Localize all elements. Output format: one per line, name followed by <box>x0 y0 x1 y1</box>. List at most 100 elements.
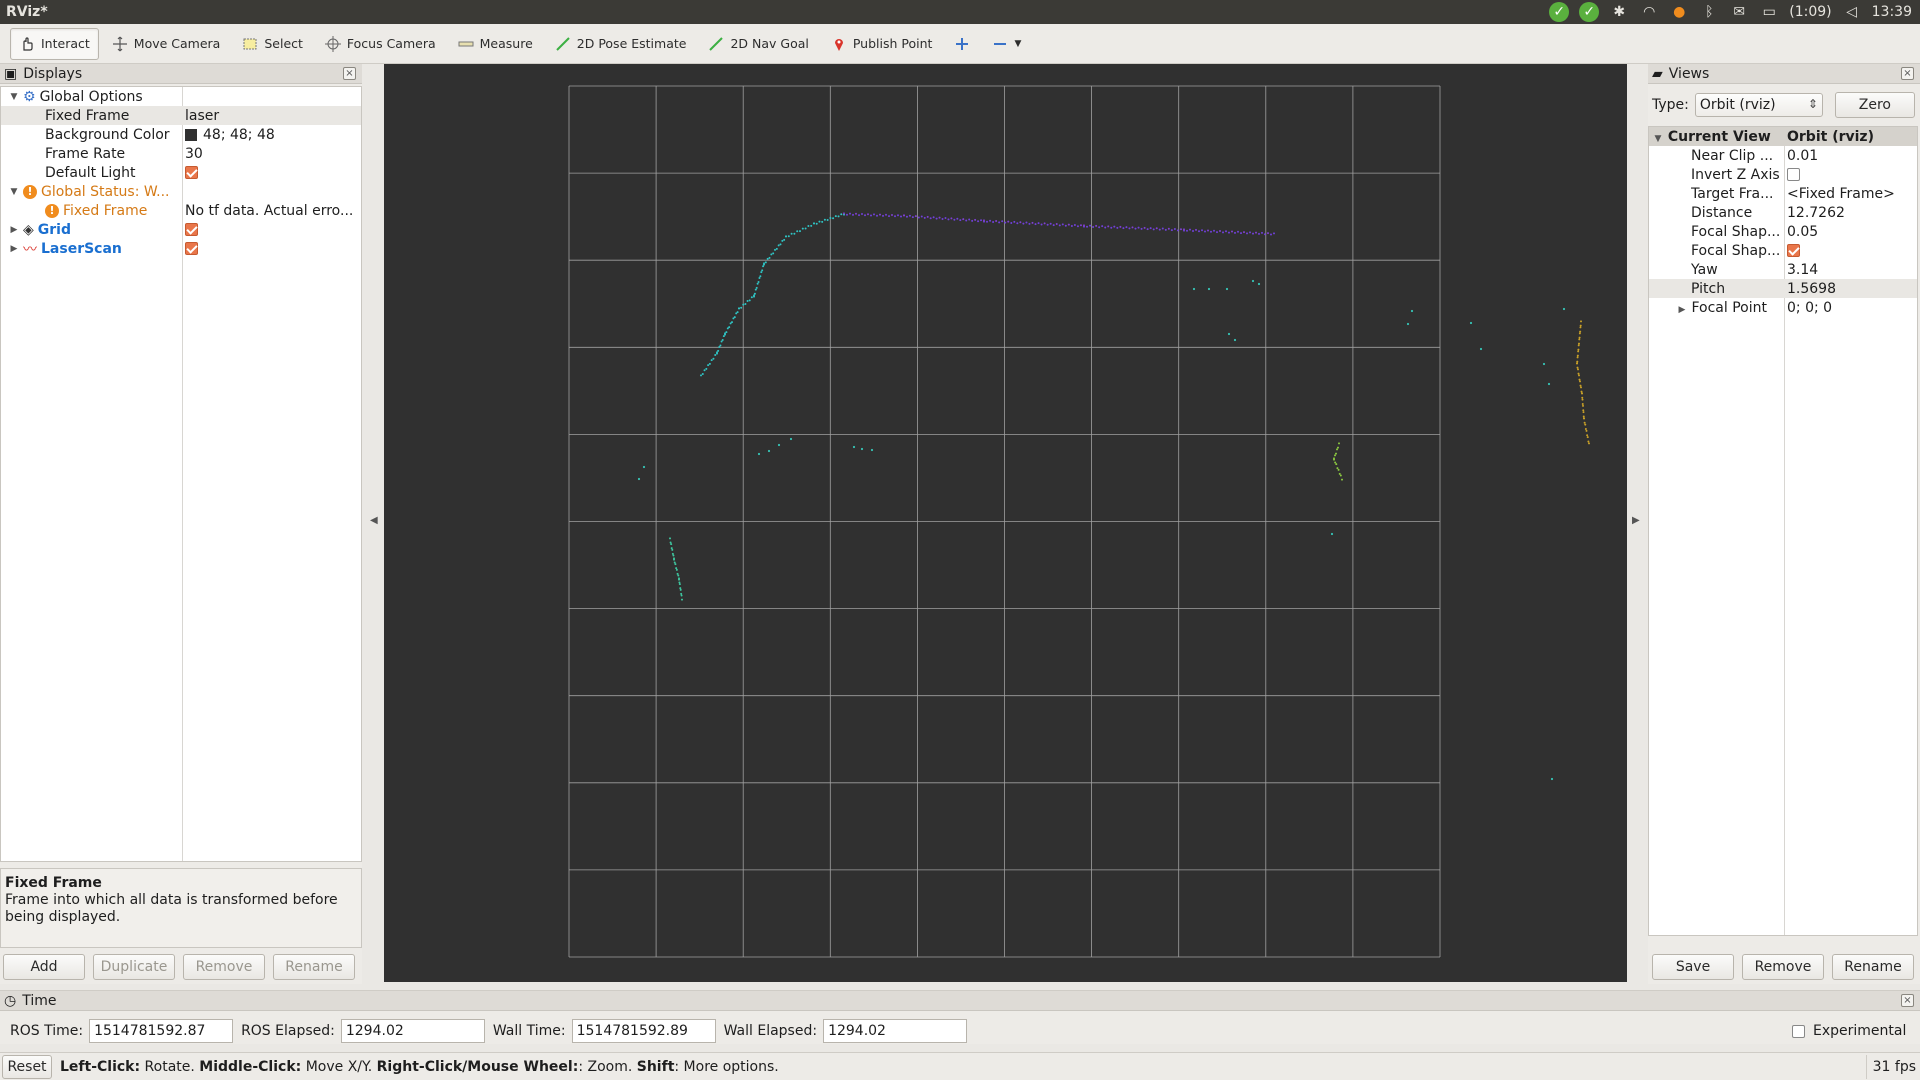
close-icon[interactable]: × <box>1901 994 1914 1007</box>
target-frame-value[interactable]: <Fixed Frame> <box>1787 186 1915 202</box>
wifi-icon[interactable]: ◠ <box>1639 2 1659 22</box>
publish-point-tool-button[interactable]: Publish Point <box>822 28 942 60</box>
experimental-toggle[interactable]: Experimental <box>1792 1023 1906 1039</box>
color-swatch[interactable] <box>185 128 197 141</box>
battery-time[interactable]: (1:09) <box>1789 4 1831 20</box>
bluetooth-icon[interactable]: ᛒ <box>1699 2 1719 22</box>
rename-button[interactable]: Rename <box>273 954 355 980</box>
focal-shape-fixed-row[interactable]: Focal Shap... <box>1649 241 1917 260</box>
clock[interactable]: 13:39 <box>1872 4 1912 20</box>
yaw-row[interactable]: Yaw 3.14 <box>1649 260 1917 279</box>
close-icon[interactable]: × <box>1901 67 1914 80</box>
current-view-row[interactable]: ▼ Current View Orbit (rviz) <box>1649 127 1917 146</box>
ros-time-field[interactable]: 1514781592.87 <box>89 1019 234 1043</box>
grid-enabled-checkbox[interactable] <box>185 223 198 236</box>
scan-point <box>941 218 944 221</box>
tree-row-global-options[interactable]: ▼ ⚙ Global Options <box>1 87 361 106</box>
pitch-row[interactable]: Pitch 1.5698 <box>1649 279 1917 298</box>
pose-estimate-tool-button[interactable]: 2D Pose Estimate <box>546 28 696 60</box>
focal-shape-fixed-checkbox[interactable] <box>1787 244 1800 257</box>
wall-elapsed-field[interactable]: 1294.02 <box>823 1019 968 1043</box>
chevron-down-icon[interactable]: ▼ <box>9 187 19 197</box>
chevron-right-icon[interactable]: ▶ <box>9 225 19 235</box>
mail-icon[interactable]: ✉ <box>1729 2 1749 22</box>
tree-row-grid[interactable]: ▶ ◈ Grid <box>1 220 361 239</box>
background-color-value[interactable]: 48; 48; 48 <box>203 127 275 143</box>
focal-shape-size-value[interactable]: 0.05 <box>1787 224 1915 240</box>
scan-point <box>1579 330 1582 333</box>
add-tool-button[interactable] <box>945 28 979 60</box>
scan-point <box>1040 223 1043 226</box>
laserscan-enabled-checkbox[interactable] <box>185 242 198 255</box>
ros-elapsed-field[interactable]: 1294.02 <box>340 1019 485 1043</box>
scan-point <box>1582 409 1585 412</box>
near-clip-row[interactable]: Near Clip ... 0.01 <box>1649 146 1917 165</box>
scan-point <box>1189 228 1191 231</box>
invert-z-row[interactable]: Invert Z Axis <box>1649 165 1917 184</box>
settings-icon[interactable]: ✱ <box>1609 2 1629 22</box>
focus-camera-tool-button[interactable]: Focus Camera <box>316 28 445 60</box>
scan-point <box>983 219 985 222</box>
scan-point <box>962 218 965 221</box>
near-clip-value[interactable]: 0.01 <box>1787 148 1915 164</box>
tree-row-fixed-frame-status[interactable]: ! Fixed Frame No tf data. Actual erro... <box>1 201 361 220</box>
scan-point <box>710 359 713 362</box>
distance-value[interactable]: 12.7262 <box>1787 205 1915 221</box>
nav-goal-tool-button[interactable]: 2D Nav Goal <box>699 28 817 60</box>
remove-view-button[interactable]: Remove <box>1742 954 1824 980</box>
duplicate-button[interactable]: Duplicate <box>93 954 175 980</box>
render-viewport[interactable] <box>384 64 1627 982</box>
scan-point <box>767 449 771 453</box>
battery-icon[interactable]: ▭ <box>1759 2 1779 22</box>
target-frame-row[interactable]: Target Fra... <Fixed Frame> <box>1649 184 1917 203</box>
focal-shape-size-row[interactable]: Focal Shap... 0.05 <box>1649 222 1917 241</box>
scan-point <box>760 271 763 274</box>
scan-point <box>1479 347 1483 351</box>
select-tool-button[interactable]: Select <box>233 28 312 60</box>
tree-row-frame-rate[interactable]: Frame Rate 30 <box>1 144 361 163</box>
hint-right-click: Right-Click/Mouse Wheel: <box>376 1058 579 1075</box>
experimental-checkbox[interactable] <box>1792 1024 1805 1038</box>
invert-z-checkbox[interactable] <box>1787 168 1800 181</box>
zero-button[interactable]: Zero <box>1834 92 1915 118</box>
ubuntu-one-icon[interactable]: ● <box>1669 2 1689 22</box>
rename-view-button[interactable]: Rename <box>1832 954 1914 980</box>
add-button[interactable]: Add <box>3 954 85 980</box>
focal-point-value[interactable]: 0; 0; 0 <box>1787 300 1915 316</box>
collapse-left-arrow-icon[interactable]: ◀ <box>370 515 378 526</box>
scan-point <box>1579 380 1581 383</box>
scan-point <box>855 212 857 215</box>
pitch-value[interactable]: 1.5698 <box>1787 281 1915 297</box>
default-light-checkbox[interactable] <box>185 166 198 179</box>
remove-tool-dropdown[interactable]: ▼ <box>983 28 1030 60</box>
chevron-right-icon[interactable]: ▶ <box>1677 305 1687 315</box>
focal-point-row[interactable]: ▶ Focal Point 0; 0; 0 <box>1649 298 1917 317</box>
scan-point <box>1022 222 1025 225</box>
render-canvas[interactable] <box>384 64 1627 982</box>
close-icon[interactable]: × <box>343 67 356 80</box>
sync-ok-icon[interactable]: ✓ <box>1579 2 1600 22</box>
chevron-right-icon[interactable]: ▶ <box>9 244 19 254</box>
chevron-down-icon[interactable]: ▼ <box>1653 134 1663 144</box>
collapse-right-arrow-icon[interactable]: ▶ <box>1632 515 1640 526</box>
measure-tool-button[interactable]: Measure <box>449 28 542 60</box>
update-ok-icon[interactable]: ✓ <box>1549 2 1570 22</box>
view-type-select[interactable]: Orbit (rviz) <box>1694 93 1823 117</box>
remove-button[interactable]: Remove <box>183 954 265 980</box>
tree-row-fixed-frame[interactable]: Fixed Frame laser <box>1 106 361 125</box>
tree-row-background-color[interactable]: Background Color 48; 48; 48 <box>1 125 361 144</box>
frame-rate-value[interactable]: 30 <box>185 146 357 162</box>
move-camera-tool-button[interactable]: Move Camera <box>103 28 230 60</box>
tree-row-default-light[interactable]: Default Light <box>1 163 361 182</box>
volume-muted-icon[interactable]: ◁ <box>1842 2 1862 22</box>
chevron-down-icon[interactable]: ▼ <box>9 92 19 102</box>
reset-button[interactable]: Reset <box>2 1054 52 1079</box>
save-view-button[interactable]: Save <box>1652 954 1734 980</box>
tree-row-global-status[interactable]: ▼ ! Global Status: W... <box>1 182 361 201</box>
tree-row-laserscan[interactable]: ▶ 〰 LaserScan <box>1 239 361 258</box>
distance-row[interactable]: Distance 12.7262 <box>1649 203 1917 222</box>
yaw-value[interactable]: 3.14 <box>1787 262 1915 278</box>
wall-time-field[interactable]: 1514781592.89 <box>571 1019 716 1043</box>
interact-tool-button[interactable]: Interact <box>10 27 99 60</box>
fixed-frame-value[interactable]: laser <box>185 108 357 124</box>
